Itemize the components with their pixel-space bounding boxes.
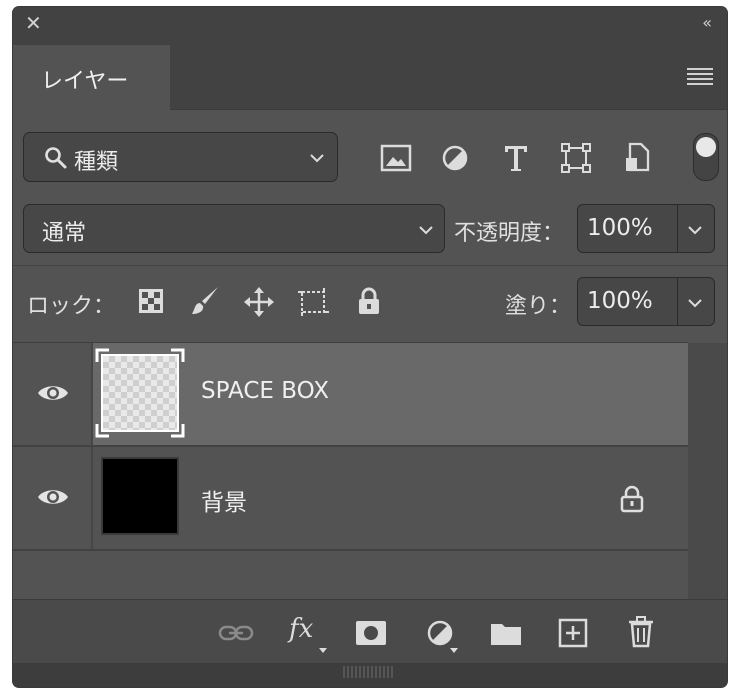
image-filter-icon[interactable] (380, 144, 412, 172)
chevron-down-icon (419, 226, 433, 235)
fill-field[interactable]: 100% (577, 277, 715, 326)
eye-icon[interactable] (36, 382, 70, 404)
opacity-label: 不透明度： (454, 221, 565, 246)
layer-row-space-box[interactable]: SPACE BOX (13, 343, 688, 445)
close-icon[interactable]: ✕ (25, 11, 42, 35)
lock-transparent-pixels-icon[interactable] (138, 288, 164, 314)
type-filter-icon[interactable] (502, 143, 530, 173)
fx-icon[interactable]: fx (289, 614, 313, 644)
layer-visibility-cell (13, 447, 93, 549)
mask-icon[interactable] (355, 620, 387, 646)
opacity-divider (677, 205, 678, 252)
adjustment-menu-indicator (450, 648, 458, 653)
collapse-icon[interactable]: ‹‹ (702, 13, 712, 32)
fill-label: 塗り： (505, 294, 572, 319)
tab-layers-label: レイヤー (41, 69, 129, 94)
link-icon[interactable] (218, 624, 254, 642)
filter-kind-select[interactable]: 種類 (23, 132, 338, 182)
adjustment-filter-icon[interactable] (441, 144, 469, 172)
folder-icon[interactable] (490, 620, 522, 646)
chevron-down-icon (310, 154, 324, 163)
panel-titlebar: ✕ ‹‹ (13, 7, 727, 41)
lock-position-icon[interactable] (243, 286, 275, 318)
search-icon (45, 147, 67, 169)
layers-panel: ✕ ‹‹ レイヤー 種類 通常 不透明度： 100% ロック： 塗り： 100%… (13, 7, 727, 687)
layer-visibility-cell (13, 343, 93, 445)
layer-thumbnail (101, 457, 179, 535)
smart-object-filter-icon[interactable] (624, 142, 650, 174)
opacity-dropdown-icon[interactable] (687, 225, 703, 235)
trash-icon[interactable] (627, 616, 655, 648)
fx-menu-indicator (319, 648, 327, 653)
layers-scrollbar[interactable] (688, 343, 727, 599)
resize-grip-icon (343, 666, 393, 678)
shape-filter-icon[interactable] (561, 143, 591, 173)
layers-list: SPACE BOX 背景 (13, 342, 688, 599)
panel-tabbar: レイヤー (13, 41, 727, 111)
layer-thumbnail (95, 348, 185, 438)
new-layer-icon[interactable] (558, 618, 588, 648)
section-divider (13, 265, 727, 266)
filter-toggle-knob (696, 137, 716, 157)
lock-artboard-icon[interactable] (297, 287, 331, 317)
lock-image-pixels-icon[interactable] (189, 285, 221, 317)
blend-mode-select[interactable]: 通常 (23, 204, 445, 253)
blend-mode-value: 通常 (42, 221, 87, 246)
layer-name[interactable]: SPACE BOX (201, 378, 329, 404)
opacity-value: 100% (587, 215, 653, 241)
adjustment-icon[interactable] (426, 619, 454, 647)
layer-divider (13, 549, 688, 551)
lock-all-icon[interactable] (356, 286, 382, 316)
lock-label: ロック： (27, 294, 116, 319)
opacity-field[interactable]: 100% (577, 204, 715, 253)
panel-resize-bar[interactable] (13, 663, 727, 687)
layer-name[interactable]: 背景 (201, 483, 247, 517)
panel-menu-icon[interactable] (687, 68, 713, 88)
fill-value: 100% (587, 288, 653, 314)
tab-layers[interactable]: レイヤー (13, 45, 170, 111)
layer-row-background[interactable]: 背景 (13, 447, 688, 549)
filter-kind-label: 種類 (74, 150, 119, 175)
fill-dropdown-icon[interactable] (687, 298, 703, 308)
eye-icon[interactable] (36, 486, 70, 508)
layer-lock-icon[interactable] (619, 485, 645, 513)
filter-toggle[interactable] (693, 133, 719, 181)
layers-footer: fx (13, 599, 727, 664)
smart-object-corner-icon (95, 348, 185, 438)
fill-divider (677, 278, 678, 325)
